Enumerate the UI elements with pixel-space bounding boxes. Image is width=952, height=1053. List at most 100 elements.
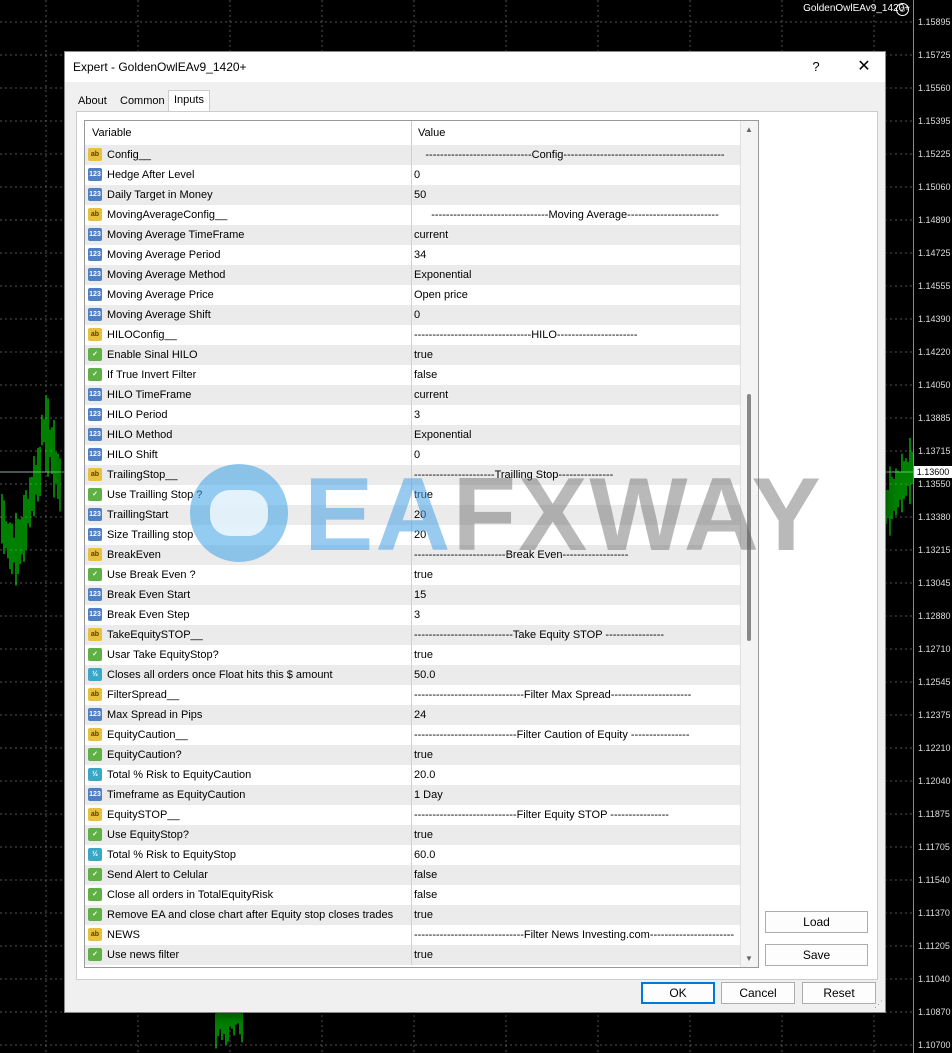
close-button[interactable]: ✕ xyxy=(849,52,879,82)
param-value[interactable]: Exponential xyxy=(414,265,736,285)
param-value[interactable]: true xyxy=(414,745,736,765)
table-row[interactable]: 123 Moving Average Shift 0 xyxy=(85,305,740,325)
param-value[interactable]: ----------------------------Filter Equit… xyxy=(414,805,736,825)
tab-inputs[interactable]: Inputs xyxy=(168,90,210,112)
cancel-button[interactable]: Cancel xyxy=(721,982,795,1004)
tab-about[interactable]: About xyxy=(73,92,112,110)
tab-common[interactable]: Common xyxy=(115,92,170,110)
table-row[interactable]: ✓ Use EquityStop? true xyxy=(85,825,740,845)
param-value[interactable]: 50 xyxy=(414,185,736,205)
param-value[interactable]: false xyxy=(414,865,736,885)
param-value[interactable]: true xyxy=(414,565,736,585)
help-button[interactable]: ? xyxy=(805,52,827,82)
table-row[interactable]: 123 Timeframe as EquityCaution 1 Day xyxy=(85,785,740,805)
table-row[interactable]: ½ Total % Risk to EquityStop 60.0 xyxy=(85,845,740,865)
ok-button[interactable]: OK xyxy=(641,982,715,1004)
column-header-value[interactable]: Value xyxy=(418,127,445,139)
param-value[interactable]: 24 xyxy=(414,705,736,725)
param-value[interactable]: current xyxy=(414,385,736,405)
table-row[interactable]: 123 Moving Average Price Open price xyxy=(85,285,740,305)
table-row[interactable]: ab MovingAverageConfig__ -----------------… xyxy=(85,205,740,225)
param-value[interactable]: ----------------------Trailling Stop----… xyxy=(414,465,736,485)
table-row[interactable]: 123 Daily Target in Money 50 xyxy=(85,185,740,205)
table-row[interactable]: 123 Moving Average Period 34 xyxy=(85,245,740,265)
table-row[interactable]: ✓ Use Break Even ? true xyxy=(85,565,740,585)
param-value[interactable]: --------------------------------HILO----… xyxy=(414,325,736,345)
table-row[interactable]: ✓ Enable Sinal HILO true xyxy=(85,345,740,365)
reset-button[interactable]: Reset xyxy=(802,982,876,1004)
table-row[interactable]: ab BreakEven -------------------------Brea… xyxy=(85,545,740,565)
param-value[interactable]: ----------------------------Filter Cauti… xyxy=(414,725,736,745)
column-divider[interactable] xyxy=(411,121,412,145)
table-row[interactable]: ab TrailingStop__ ----------------------Tr… xyxy=(85,465,740,485)
table-row[interactable]: 123 Break Even Start 15 xyxy=(85,585,740,605)
load-button[interactable]: Load xyxy=(765,911,868,933)
param-value[interactable]: Exponential xyxy=(414,425,736,445)
table-row[interactable]: 123 HILO Shift 0 xyxy=(85,445,740,465)
param-value[interactable]: true xyxy=(414,345,736,365)
table-row[interactable]: 123 Moving Average Method Exponential xyxy=(85,265,740,285)
table-row[interactable]: ab FilterSpread__ ------------------------… xyxy=(85,685,740,705)
param-value[interactable]: 34 xyxy=(414,245,736,265)
param-value[interactable]: 20 xyxy=(414,525,736,545)
save-button[interactable]: Save xyxy=(765,944,868,966)
table-row[interactable]: 123 Break Even Step 3 xyxy=(85,605,740,625)
table-row[interactable]: ✓ Remove EA and close chart after Equity … xyxy=(85,905,740,925)
param-value[interactable]: 3 xyxy=(414,605,736,625)
param-value[interactable]: 3 xyxy=(414,405,736,425)
param-value[interactable]: ------------------------------Filter New… xyxy=(414,925,736,945)
table-row[interactable]: ✓ Use Trailling Stop ? true xyxy=(85,485,740,505)
table-row[interactable]: ✓ EquityCaution? true xyxy=(85,745,740,765)
scroll-down-arrow-icon[interactable]: ▼ xyxy=(745,954,753,963)
param-value[interactable]: 60.0 xyxy=(414,845,736,865)
column-header-variable[interactable]: Variable xyxy=(92,127,132,139)
param-value[interactable]: 15 xyxy=(414,585,736,605)
param-value[interactable]: 0 xyxy=(414,165,736,185)
param-value[interactable]: true xyxy=(414,485,736,505)
param-value[interactable]: false xyxy=(414,365,736,385)
table-row[interactable]: ab Config__ -----------------------------C… xyxy=(85,145,740,165)
scroll-thumb[interactable] xyxy=(747,394,751,641)
table-row[interactable]: ½ Total % Risk to EquityCaution 20.0 xyxy=(85,765,740,785)
table-row[interactable]: ½ Closes all orders once Float hits this … xyxy=(85,665,740,685)
param-value[interactable]: false xyxy=(414,885,736,905)
param-value[interactable]: true xyxy=(414,905,736,925)
param-value[interactable]: -----------------------------Config-----… xyxy=(414,145,736,165)
param-value[interactable]: 0 xyxy=(414,305,736,325)
table-row[interactable]: ab EquityCaution__ -----------------------… xyxy=(85,725,740,745)
table-row[interactable]: 123 Hedge After Level 0 xyxy=(85,165,740,185)
table-row[interactable]: ab EquitySTOP__ --------------------------… xyxy=(85,805,740,825)
param-value[interactable]: 0 xyxy=(414,445,736,465)
param-value[interactable]: ---------------------------Take Equity S… xyxy=(414,625,736,645)
param-value[interactable]: ------------------------------Filter Max… xyxy=(414,685,736,705)
table-row[interactable]: ✓ Usar Take EquityStop? true xyxy=(85,645,740,665)
table-row[interactable]: ab NEWS ------------------------------Filt… xyxy=(85,925,740,945)
param-value[interactable]: 50.0 xyxy=(414,665,736,685)
table-row[interactable]: ab TakeEquitySTOP__ ----------------------… xyxy=(85,625,740,645)
resize-grip-icon[interactable]: ⋰ xyxy=(874,999,883,1010)
param-value[interactable]: --------------------------------Moving A… xyxy=(414,205,736,225)
table-row[interactable]: 123 TraillingStart 20 xyxy=(85,505,740,525)
param-value[interactable]: 20 xyxy=(414,505,736,525)
scroll-up-arrow-icon[interactable]: ▲ xyxy=(745,125,753,134)
table-row[interactable]: ✓ Use news filter true xyxy=(85,945,740,965)
vertical-scrollbar[interactable]: ▲ ▼ xyxy=(740,121,758,967)
table-row[interactable]: 123 Max Spread in Pips 24 xyxy=(85,705,740,725)
param-value[interactable]: true xyxy=(414,645,736,665)
param-value[interactable]: 20.0 xyxy=(414,765,736,785)
param-value[interactable]: Open price xyxy=(414,285,736,305)
table-row[interactable]: 123 Moving Average TimeFrame current xyxy=(85,225,740,245)
dialog-titlebar[interactable]: Expert - GoldenOwlEAv9_1420+ ? ✕ xyxy=(65,52,885,82)
table-row[interactable]: ✓ If True Invert Filter false xyxy=(85,365,740,385)
param-value[interactable]: true xyxy=(414,945,736,965)
table-row[interactable]: 123 HILO TimeFrame current xyxy=(85,385,740,405)
param-value[interactable]: current xyxy=(414,225,736,245)
table-row[interactable]: 123 HILO Period 3 xyxy=(85,405,740,425)
table-row[interactable]: ✓ Send Alert to Celular false xyxy=(85,865,740,885)
table-row[interactable]: ab HILOConfig__ --------------------------… xyxy=(85,325,740,345)
table-row[interactable]: 123 HILO Method Exponential xyxy=(85,425,740,445)
param-value[interactable]: true xyxy=(414,825,736,845)
table-row[interactable]: ✓ Close all orders in TotalEquityRisk fals… xyxy=(85,885,740,905)
param-value[interactable]: 1 Day xyxy=(414,785,736,805)
table-row[interactable]: 123 Size Trailling stop 20 xyxy=(85,525,740,545)
